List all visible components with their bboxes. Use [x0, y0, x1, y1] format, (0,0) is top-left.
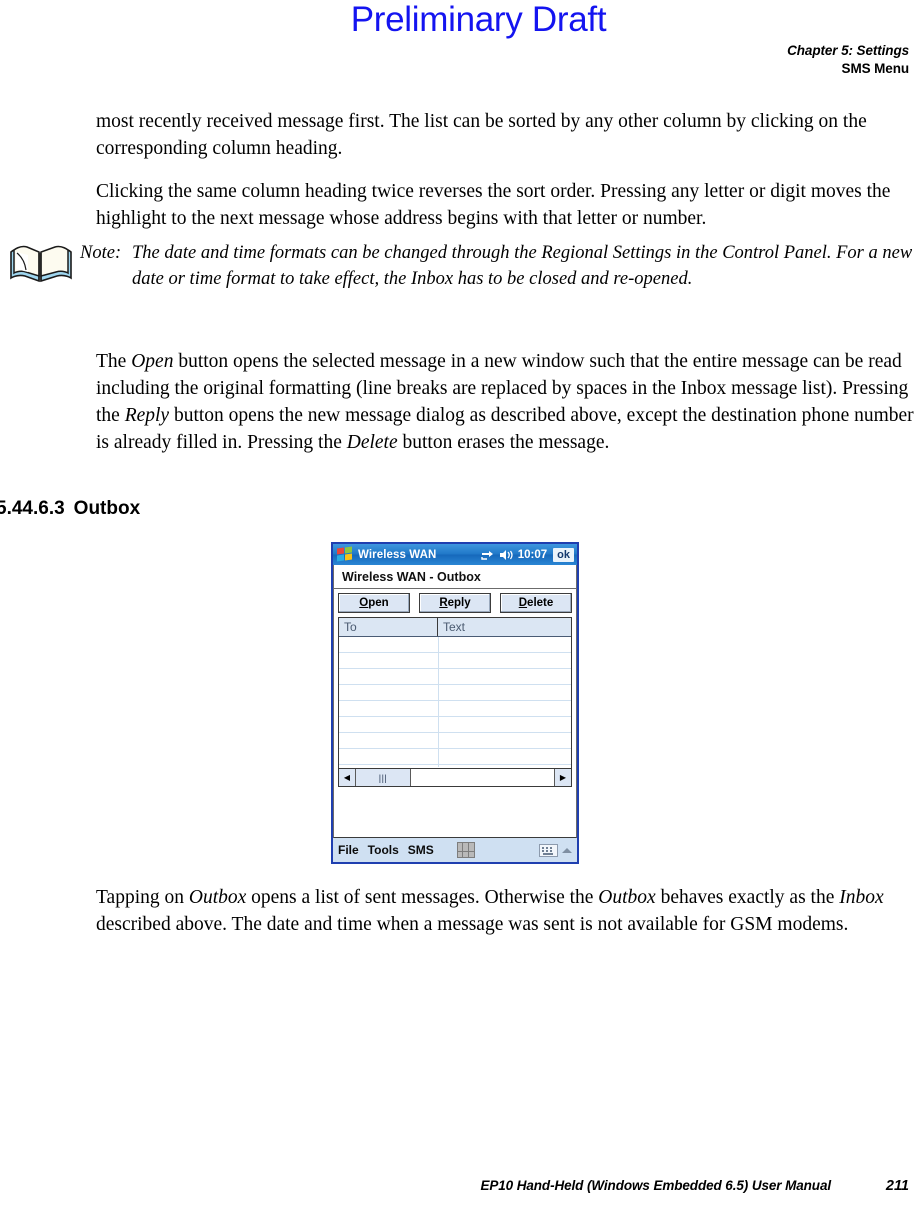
page-header: Chapter 5: Settings SMS Menu	[787, 42, 909, 78]
p4-outbox-emphasis-2: Outbox	[598, 887, 656, 908]
note-block: Note: The date and time formats can be c…	[8, 240, 917, 292]
table-row[interactable]	[339, 653, 571, 669]
menu-item-tools[interactable]: Tools	[368, 843, 399, 857]
open-book-icon	[8, 240, 80, 291]
titlebar-clock: 10:07	[517, 548, 548, 561]
paragraph-1: most recently received message first. Th…	[96, 111, 867, 159]
p3-part1: The	[96, 351, 132, 372]
table-row[interactable]	[339, 669, 571, 685]
column-header-text[interactable]: Text	[438, 618, 571, 636]
p4-part1: Tapping on	[96, 887, 189, 908]
chevron-up-icon[interactable]	[562, 847, 572, 853]
draft-watermark: Preliminary Draft	[350, 0, 607, 39]
section-heading: 5.44.6.3 Outbox	[0, 498, 140, 520]
connectivity-arrows-icon[interactable]	[481, 549, 494, 561]
note-label: Note:	[80, 243, 122, 263]
reply-button-mnemonic: R	[439, 597, 448, 609]
paragraph-4: Tapping on Outbox opens a list of sent m…	[96, 884, 917, 938]
titlebar-title: Wireless WAN	[358, 548, 437, 561]
message-list-header: To Text	[339, 618, 571, 637]
delete-button[interactable]: Delete	[500, 593, 572, 613]
message-list-body[interactable]	[339, 637, 571, 767]
table-row[interactable]	[339, 701, 571, 717]
p3-delete-emphasis: Delete	[346, 432, 398, 453]
section-number: 5.44.6.3	[0, 498, 65, 519]
p4-outbox-emphasis-1: Outbox	[188, 887, 247, 908]
menu-item-file[interactable]: File	[338, 843, 359, 857]
app-title-bar: Wireless WAN - Outbox	[333, 565, 577, 589]
horizontal-scrollbar[interactable]: ◀ ||| ▶	[339, 768, 571, 786]
p3-open-emphasis: Open	[131, 351, 174, 372]
table-row[interactable]	[339, 733, 571, 749]
footer-manual-title: EP10 Hand-Held (Windows Embedded 6.5) Us…	[480, 1178, 831, 1193]
body-top: most recently received message first. Th…	[96, 108, 917, 232]
p3-reply-emphasis: Reply	[124, 405, 170, 426]
open-button-rest: pen	[368, 597, 389, 609]
reply-button[interactable]: Reply	[419, 593, 491, 613]
table-row[interactable]	[339, 717, 571, 733]
table-row[interactable]	[339, 685, 571, 701]
open-button[interactable]: Open	[338, 593, 410, 613]
p4-part2: opens a list of sent messages. Otherwise…	[246, 887, 599, 908]
soft-keyboard-icon[interactable]	[539, 843, 558, 857]
body-bottom: Tapping on Outbox opens a list of sent m…	[96, 884, 917, 938]
footer-page-number: 211	[885, 1178, 909, 1194]
body-middle: The Open button opens the selected messa…	[96, 348, 917, 456]
app-title-text: Wireless WAN - Outbox	[342, 569, 481, 584]
page-footer: EP10 Hand-Held (Windows Embedded 6.5) Us…	[0, 1178, 917, 1194]
paragraph-3: The Open button opens the selected messa…	[96, 348, 917, 456]
scrollbar-thumb[interactable]: |||	[356, 769, 411, 786]
menu-item-sms[interactable]: SMS	[408, 843, 434, 857]
keypad-grid-icon[interactable]	[456, 842, 475, 858]
section-title: Outbox	[73, 498, 141, 519]
scroll-right-arrow-icon[interactable]: ▶	[554, 769, 571, 786]
header-chapter: Chapter 5: Settings	[787, 43, 909, 58]
open-button-mnemonic: O	[359, 597, 369, 609]
note-text: The date and time formats can be changed…	[132, 243, 913, 289]
delete-button-mnemonic: D	[518, 597, 528, 609]
paragraph-2: Clicking the same column heading twice r…	[96, 181, 891, 229]
device-client-area: Open Reply Delete To Text ◀ ||| ▶	[333, 589, 577, 838]
scrollbar-track[interactable]	[411, 769, 554, 786]
toolbar-buttons: Open Reply Delete	[338, 593, 572, 613]
p4-part4: described above. The date and time when …	[96, 914, 849, 935]
scroll-left-arrow-icon[interactable]: ◀	[339, 769, 356, 786]
p4-part3: behaves exactly as the	[655, 887, 840, 908]
table-row[interactable]	[339, 637, 571, 653]
table-row[interactable]	[339, 749, 571, 765]
p4-inbox-emphasis: Inbox	[839, 887, 884, 908]
column-divider	[438, 637, 439, 767]
header-subsection: SMS Menu	[841, 61, 910, 76]
reply-button-rest: eply	[447, 597, 471, 609]
speaker-icon[interactable]	[499, 549, 513, 561]
device-menubar: File Tools SMS	[333, 838, 577, 862]
device-screenshot: Wireless WAN 10:07 ok Wireless WAN - Out…	[331, 542, 579, 864]
windows-flag-icon[interactable]	[336, 546, 353, 562]
device-titlebar: Wireless WAN 10:07 ok	[333, 544, 577, 565]
column-header-to[interactable]: To	[339, 618, 438, 636]
delete-button-rest: elete	[527, 597, 554, 609]
p3-part4: button erases the message.	[397, 432, 610, 453]
message-list[interactable]: To Text ◀ ||| ▶	[338, 617, 572, 787]
ok-button[interactable]: ok	[553, 547, 574, 562]
